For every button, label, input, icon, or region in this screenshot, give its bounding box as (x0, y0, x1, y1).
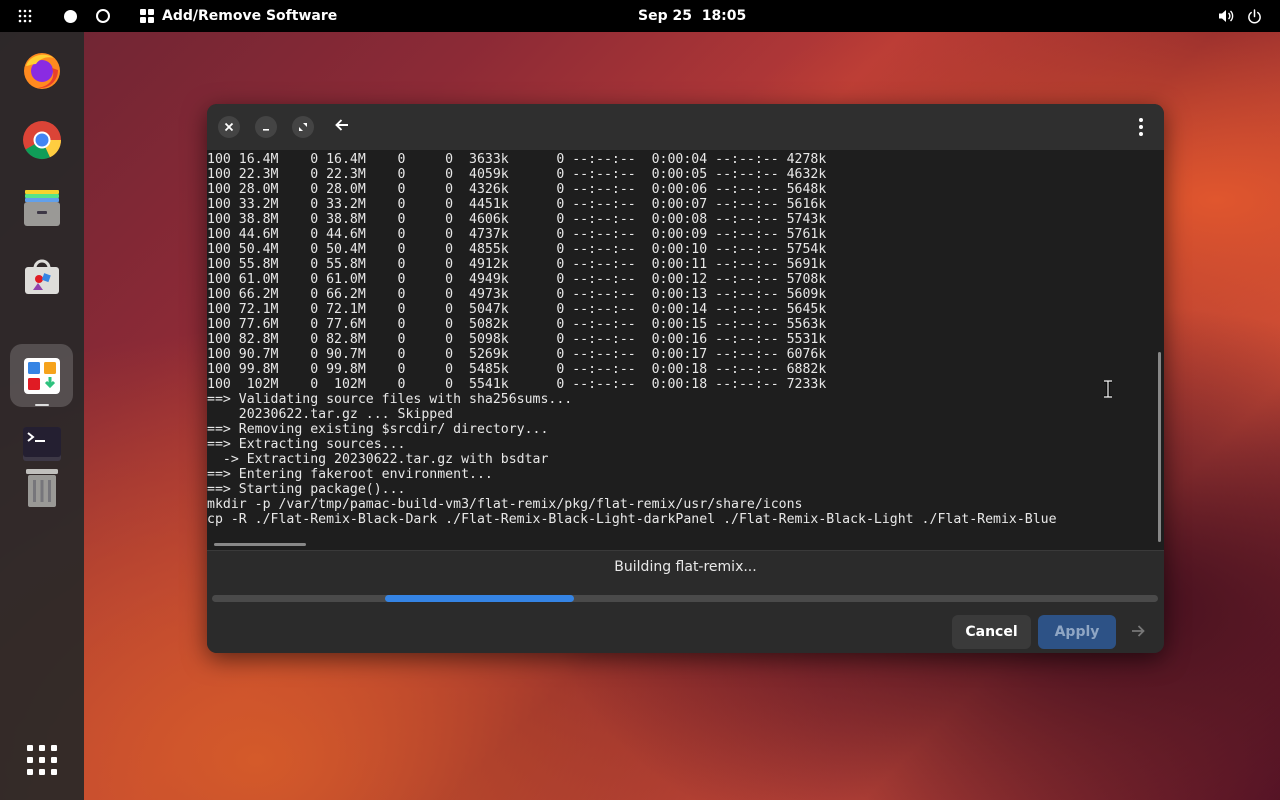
terminal-line: mkdir -p /var/tmp/pamac-build-vm3/flat-r… (207, 497, 803, 512)
add-remove-software-icon[interactable] (22, 356, 62, 396)
pamac-window: 100 16.4M 0 16.4M 0 0 3633k 0 --:--:-- 0… (207, 104, 1164, 653)
restore-button[interactable] (292, 116, 314, 138)
chrome-icon[interactable] (22, 120, 62, 160)
arrow-right-icon (1132, 625, 1145, 637)
terminal-line: cp -R ./Flat-Remix-Black-Dark ./Flat-Rem… (207, 512, 1057, 527)
close-icon (224, 122, 234, 132)
terminal-line: 100 33.2M 0 33.2M 0 0 4451k 0 --:--:-- 0… (207, 197, 827, 212)
power-icon (1248, 8, 1261, 23)
terminal-line: 100 66.2M 0 66.2M 0 0 4973k 0 --:--:-- 0… (207, 287, 827, 302)
app-title: Add/Remove Software (162, 8, 338, 24)
terminal-line: 100 82.8M 0 82.8M 0 0 5098k 0 --:--:-- 0… (207, 332, 827, 347)
build-log-terminal[interactable]: 100 16.4M 0 16.4M 0 0 3633k 0 --:--:-- 0… (207, 150, 1164, 550)
firefox-icon[interactable] (22, 50, 62, 90)
terminal-line: 100 102M 0 102M 0 0 5541k 0 --:--:-- 0:0… (207, 377, 827, 392)
top-bar: Add/Remove Software Sep 25 18:05 (0, 0, 1280, 32)
restore-icon (299, 123, 307, 131)
terminal-output: 100 16.4M 0 16.4M 0 0 3633k 0 --:--:-- 0… (207, 152, 1057, 527)
cancel-button[interactable]: Cancel (952, 615, 1031, 649)
terminal-line: ==> Entering fakeroot environment... (207, 467, 493, 482)
terminal-line: 100 28.0M 0 28.0M 0 0 4326k 0 --:--:-- 0… (207, 182, 827, 197)
workspace-ring-icon (96, 9, 110, 23)
terminal-line: 100 44.6M 0 44.6M 0 0 4737k 0 --:--:-- 0… (207, 227, 827, 242)
clock-text: Sep 25 18:05 (638, 8, 747, 24)
terminal-line: 100 22.3M 0 22.3M 0 0 4059k 0 --:--:-- 0… (207, 167, 827, 182)
files-icon[interactable] (22, 188, 62, 228)
minimize-icon (263, 129, 269, 131)
progress-bar (212, 595, 1158, 602)
vertical-scrollbar[interactable] (1158, 352, 1161, 542)
terminal-line: ==> Extracting sources... (207, 437, 406, 452)
volume-indicator[interactable] (1218, 0, 1234, 32)
workspace-1-indicator[interactable] (64, 0, 77, 32)
back-button[interactable] (334, 117, 354, 137)
software-app-icon (140, 9, 154, 23)
apply-button[interactable]: Apply (1038, 615, 1116, 649)
clock[interactable]: Sep 25 18:05 (638, 0, 746, 32)
progress-pulse (385, 595, 574, 602)
terminal-line: 100 16.4M 0 16.4M 0 0 3633k 0 --:--:-- 0… (207, 152, 827, 167)
terminal-line: ==> Validating source files with sha256s… (207, 392, 573, 407)
next-button[interactable] (1130, 623, 1148, 641)
terminal-line: 100 77.6M 0 77.6M 0 0 5082k 0 --:--:-- 0… (207, 317, 827, 332)
app-menu[interactable]: Add/Remove Software (140, 0, 337, 32)
workspace-2-indicator[interactable] (96, 0, 110, 32)
terminal-line: 100 99.8M 0 99.8M 0 0 5485k 0 --:--:-- 0… (207, 362, 827, 377)
apps-grid-icon (18, 9, 32, 23)
terminal-line: 100 61.0M 0 61.0M 0 0 4949k 0 --:--:-- 0… (207, 272, 827, 287)
horizontal-scrollbar[interactable] (214, 543, 306, 546)
status-area: Building flat-remix... Cancel Apply (207, 550, 1164, 653)
running-indicator (35, 404, 49, 406)
terminal-line: 100 38.8M 0 38.8M 0 0 4606k 0 --:--:-- 0… (207, 212, 827, 227)
power-indicator[interactable] (1247, 0, 1262, 32)
trash-icon[interactable] (22, 468, 62, 508)
software-store-icon[interactable] (22, 256, 62, 296)
terminal-line: 100 55.8M 0 55.8M 0 0 4912k 0 --:--:-- 0… (207, 257, 827, 272)
show-apps-icon[interactable] (26, 744, 58, 776)
activities-button[interactable] (18, 0, 32, 32)
workspace-dot-icon (64, 9, 77, 23)
dash (0, 32, 84, 800)
kebab-menu-icon (1139, 118, 1143, 136)
terminal-icon[interactable] (22, 424, 62, 464)
build-status-text: Building flat-remix... (614, 559, 757, 575)
minimize-button[interactable] (255, 116, 277, 138)
terminal-line: ==> Starting package()... (207, 482, 406, 497)
terminal-line: 100 72.1M 0 72.1M 0 0 5047k 0 --:--:-- 0… (207, 302, 827, 317)
terminal-line: 100 50.4M 0 50.4M 0 0 4855k 0 --:--:-- 0… (207, 242, 827, 257)
text-cursor-icon (1103, 379, 1113, 399)
back-arrow-icon (335, 119, 348, 131)
terminal-line: -> Extracting 20230622.tar.gz with bsdta… (207, 452, 549, 467)
header-bar (207, 104, 1164, 150)
terminal-line: ==> Removing existing $srcdir/ directory… (207, 422, 549, 437)
close-button[interactable] (218, 116, 240, 138)
terminal-line: 100 90.7M 0 90.7M 0 0 5269k 0 --:--:-- 0… (207, 347, 827, 362)
main-menu-button[interactable] (1130, 116, 1152, 138)
volume-icon (1219, 10, 1234, 22)
terminal-line: 20230622.tar.gz ... Skipped (207, 407, 454, 422)
